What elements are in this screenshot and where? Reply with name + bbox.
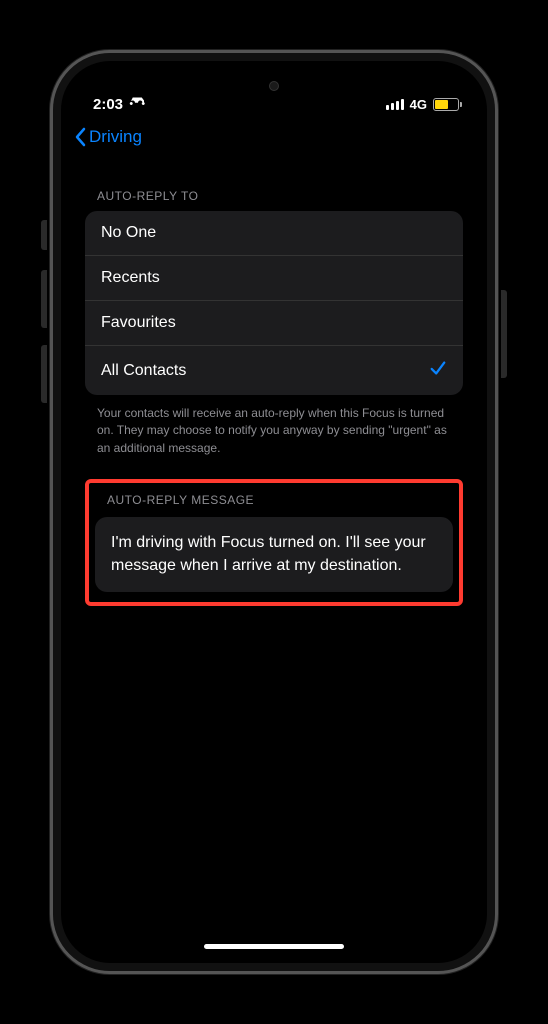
option-favourites[interactable]: Favourites (85, 301, 463, 346)
auto-reply-to-footer: Your contacts will receive an auto-reply… (85, 395, 463, 457)
phone-side-button (501, 290, 507, 378)
home-indicator[interactable] (204, 944, 344, 949)
network-label: 4G (410, 97, 427, 112)
phone-silence-switch (41, 220, 47, 250)
signal-strength-icon (386, 99, 404, 110)
auto-reply-to-group: No One Recents Favourites All Contacts (85, 211, 463, 395)
option-all-contacts[interactable]: All Contacts (85, 346, 463, 395)
driving-icon (129, 95, 147, 113)
back-label: Driving (89, 127, 142, 147)
auto-reply-message-field[interactable]: I'm driving with Focus turned on. I'll s… (95, 517, 453, 591)
option-label: Favourites (101, 314, 176, 332)
auto-reply-message-text: I'm driving with Focus turned on. I'll s… (111, 534, 426, 574)
option-no-one[interactable]: No One (85, 211, 463, 256)
back-button[interactable]: Driving (73, 127, 142, 147)
screen: 2:03 4G Driving Auto-Reply To (65, 65, 483, 959)
phone-frame: 2:03 4G Driving Auto-Reply To (50, 50, 498, 974)
settings-content: Auto-Reply To No One Recents Favourites … (65, 157, 483, 606)
auto-reply-to-header: Auto-Reply To (85, 177, 463, 211)
option-recents[interactable]: Recents (85, 256, 463, 301)
status-bar: 2:03 4G (65, 65, 483, 121)
highlight-annotation: Auto-Reply Message I'm driving with Focu… (85, 479, 463, 605)
nav-bar: Driving (65, 121, 483, 157)
option-label: No One (101, 224, 156, 242)
phone-volume-up (41, 270, 47, 328)
option-label: All Contacts (101, 362, 186, 380)
battery-icon (433, 98, 459, 111)
option-label: Recents (101, 269, 160, 287)
phone-volume-down (41, 345, 47, 403)
status-time: 2:03 (93, 96, 123, 113)
chevron-left-icon (73, 127, 87, 147)
auto-reply-message-header: Auto-Reply Message (95, 489, 453, 517)
checkmark-icon (429, 359, 447, 382)
front-camera (269, 81, 279, 91)
